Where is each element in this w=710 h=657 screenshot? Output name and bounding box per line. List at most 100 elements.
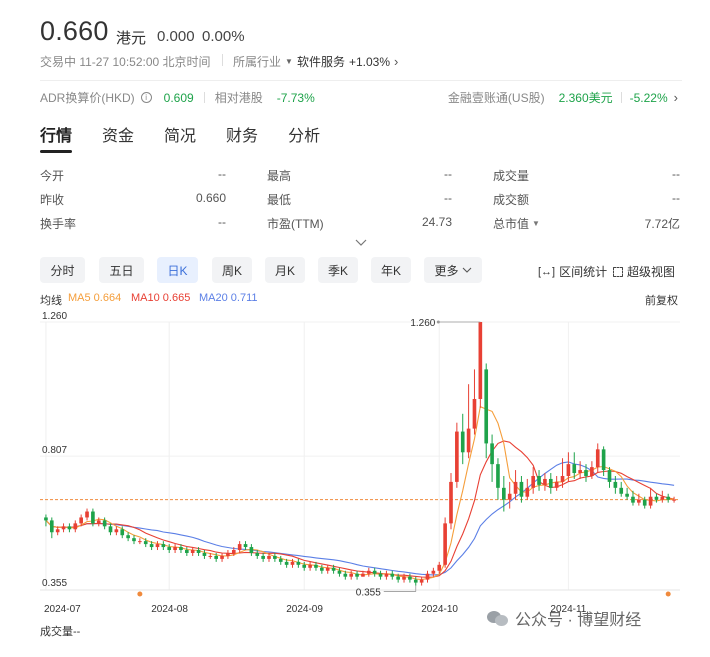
candle-body	[314, 564, 318, 568]
candle-body	[102, 520, 107, 527]
candle-body	[173, 547, 177, 551]
price-change-pct: 0.00%	[202, 28, 245, 45]
candle-body	[220, 555, 224, 559]
stat-prevclose-label: 昨收	[40, 193, 65, 207]
caret-down-icon: ▼	[532, 219, 540, 228]
us-stock-link[interactable]: 金融壹账通(US股) 2.360美元 -5.22% ›	[448, 89, 678, 106]
candle-body	[161, 544, 166, 548]
candle-body	[55, 529, 60, 533]
ma5-label: MA5 0.664	[68, 292, 122, 304]
divider	[40, 80, 682, 81]
period-monthly[interactable]: 月K	[265, 257, 305, 283]
divider	[203, 92, 205, 103]
candle-body	[601, 449, 606, 471]
candle-body	[560, 475, 565, 482]
stat-prevclose-value: 0.660	[195, 191, 226, 205]
candle-body	[660, 496, 665, 500]
fullscreen-icon	[613, 266, 623, 277]
candle-body	[572, 464, 577, 474]
us-stock-label: 金融壹账通(US股)	[447, 91, 545, 105]
super-view-label: 超级视图	[627, 265, 676, 279]
candle-body	[578, 470, 582, 474]
relative-value: -7.73%	[276, 90, 315, 105]
super-view-button[interactable]: 超级视图	[613, 263, 675, 280]
chevron-right-icon: ›	[394, 54, 399, 69]
tab-profile[interactable]: 简况	[164, 122, 196, 146]
period-intraday[interactable]: 分时	[40, 257, 85, 283]
industry-label: 所属行业	[233, 55, 282, 69]
range-stats-button[interactable]: [↔] 区间统计	[538, 263, 607, 280]
period-more[interactable]: 更多	[424, 257, 482, 283]
info-icon[interactable]: i	[140, 92, 152, 103]
watermark: 公众号 · 博望财经	[487, 606, 641, 630]
candle-body	[249, 547, 254, 553]
period-quarterly[interactable]: 季K	[318, 257, 358, 283]
tab-financials[interactable]: 财务	[226, 122, 258, 146]
period-daily[interactable]: 日K	[157, 257, 198, 283]
candle-body	[402, 576, 406, 580]
stat-high-label: 最高	[267, 169, 292, 183]
x-tick-label: 2024-09	[286, 604, 323, 615]
candle-body	[478, 322, 483, 399]
candle-body	[566, 464, 571, 476]
candle-body	[507, 493, 512, 500]
candle-body	[654, 496, 659, 500]
candle-body	[472, 398, 477, 429]
tab-underline	[40, 150, 72, 153]
candle-body	[290, 561, 295, 565]
candle-body	[202, 552, 207, 556]
candle-body	[366, 570, 371, 574]
candle-body	[196, 550, 201, 553]
price: 0.660	[40, 16, 109, 46]
period-yearly[interactable]: 年K	[371, 257, 411, 283]
candle-body	[308, 564, 312, 568]
expand-stats-icon[interactable]	[355, 234, 367, 252]
period-5day[interactable]: 五日	[99, 257, 144, 283]
tab-bar: 行情 资金 简况 财务 分析	[40, 122, 350, 146]
stat-amount-value: --	[672, 191, 680, 205]
industry-link[interactable]: 所属行业 ▼ 软件服务 +1.03% ›	[233, 53, 398, 70]
stat-low-value: --	[444, 191, 452, 205]
candle-body	[408, 576, 412, 580]
candle-body	[67, 526, 72, 530]
candle-body	[513, 481, 518, 494]
candle-body	[278, 558, 283, 562]
stat-marketcap-label: 总市值	[493, 217, 530, 231]
candlestick-chart[interactable]: 1.260 0.807 0.355 2024-07 2024-08 2024-09 2024…	[0, 308, 710, 638]
candle-body	[502, 487, 506, 500]
industry-change: +1.03%	[348, 54, 390, 69]
candle-body	[155, 544, 160, 548]
high-marker-label: 1.260	[410, 318, 435, 329]
us-stock-change: -5.22%	[629, 90, 668, 105]
tab-market[interactable]: 行情	[40, 122, 72, 146]
candle-body	[437, 564, 442, 571]
candle-body	[648, 496, 653, 506]
candle-body	[672, 499, 676, 501]
tab-funds[interactable]: 资金	[102, 122, 134, 146]
candle-body	[226, 552, 230, 556]
candle-body	[49, 520, 54, 533]
adr-row: ADR换算价(HKD) i 0.609 相对港股 -7.73%	[40, 89, 315, 106]
stat-pe-value: 24.73	[421, 215, 452, 229]
candle-body	[525, 487, 530, 497]
candle-body	[261, 555, 265, 559]
candle-body	[496, 464, 500, 488]
period-more-label: 更多	[434, 263, 459, 278]
relative-label: 相对港股	[214, 91, 263, 105]
candle-body	[114, 529, 119, 533]
tab-analysis[interactable]: 分析	[288, 122, 320, 146]
candle-body	[396, 576, 400, 580]
candle-body	[460, 431, 465, 453]
candle-body	[73, 523, 78, 530]
candle-body	[390, 573, 395, 577]
candle-body	[425, 573, 430, 580]
candle-body	[208, 555, 213, 557]
industry-name: 软件服务	[296, 55, 345, 69]
period-weekly[interactable]: 周K	[212, 257, 252, 283]
chevron-right-icon: ›	[673, 90, 678, 105]
stat-marketcap-label-wrap[interactable]: 总市值 ▼	[493, 215, 540, 232]
candle-body	[642, 499, 647, 506]
divider	[222, 54, 223, 66]
candle-body	[296, 561, 301, 565]
adjust-button[interactable]: 前复权	[645, 292, 678, 308]
